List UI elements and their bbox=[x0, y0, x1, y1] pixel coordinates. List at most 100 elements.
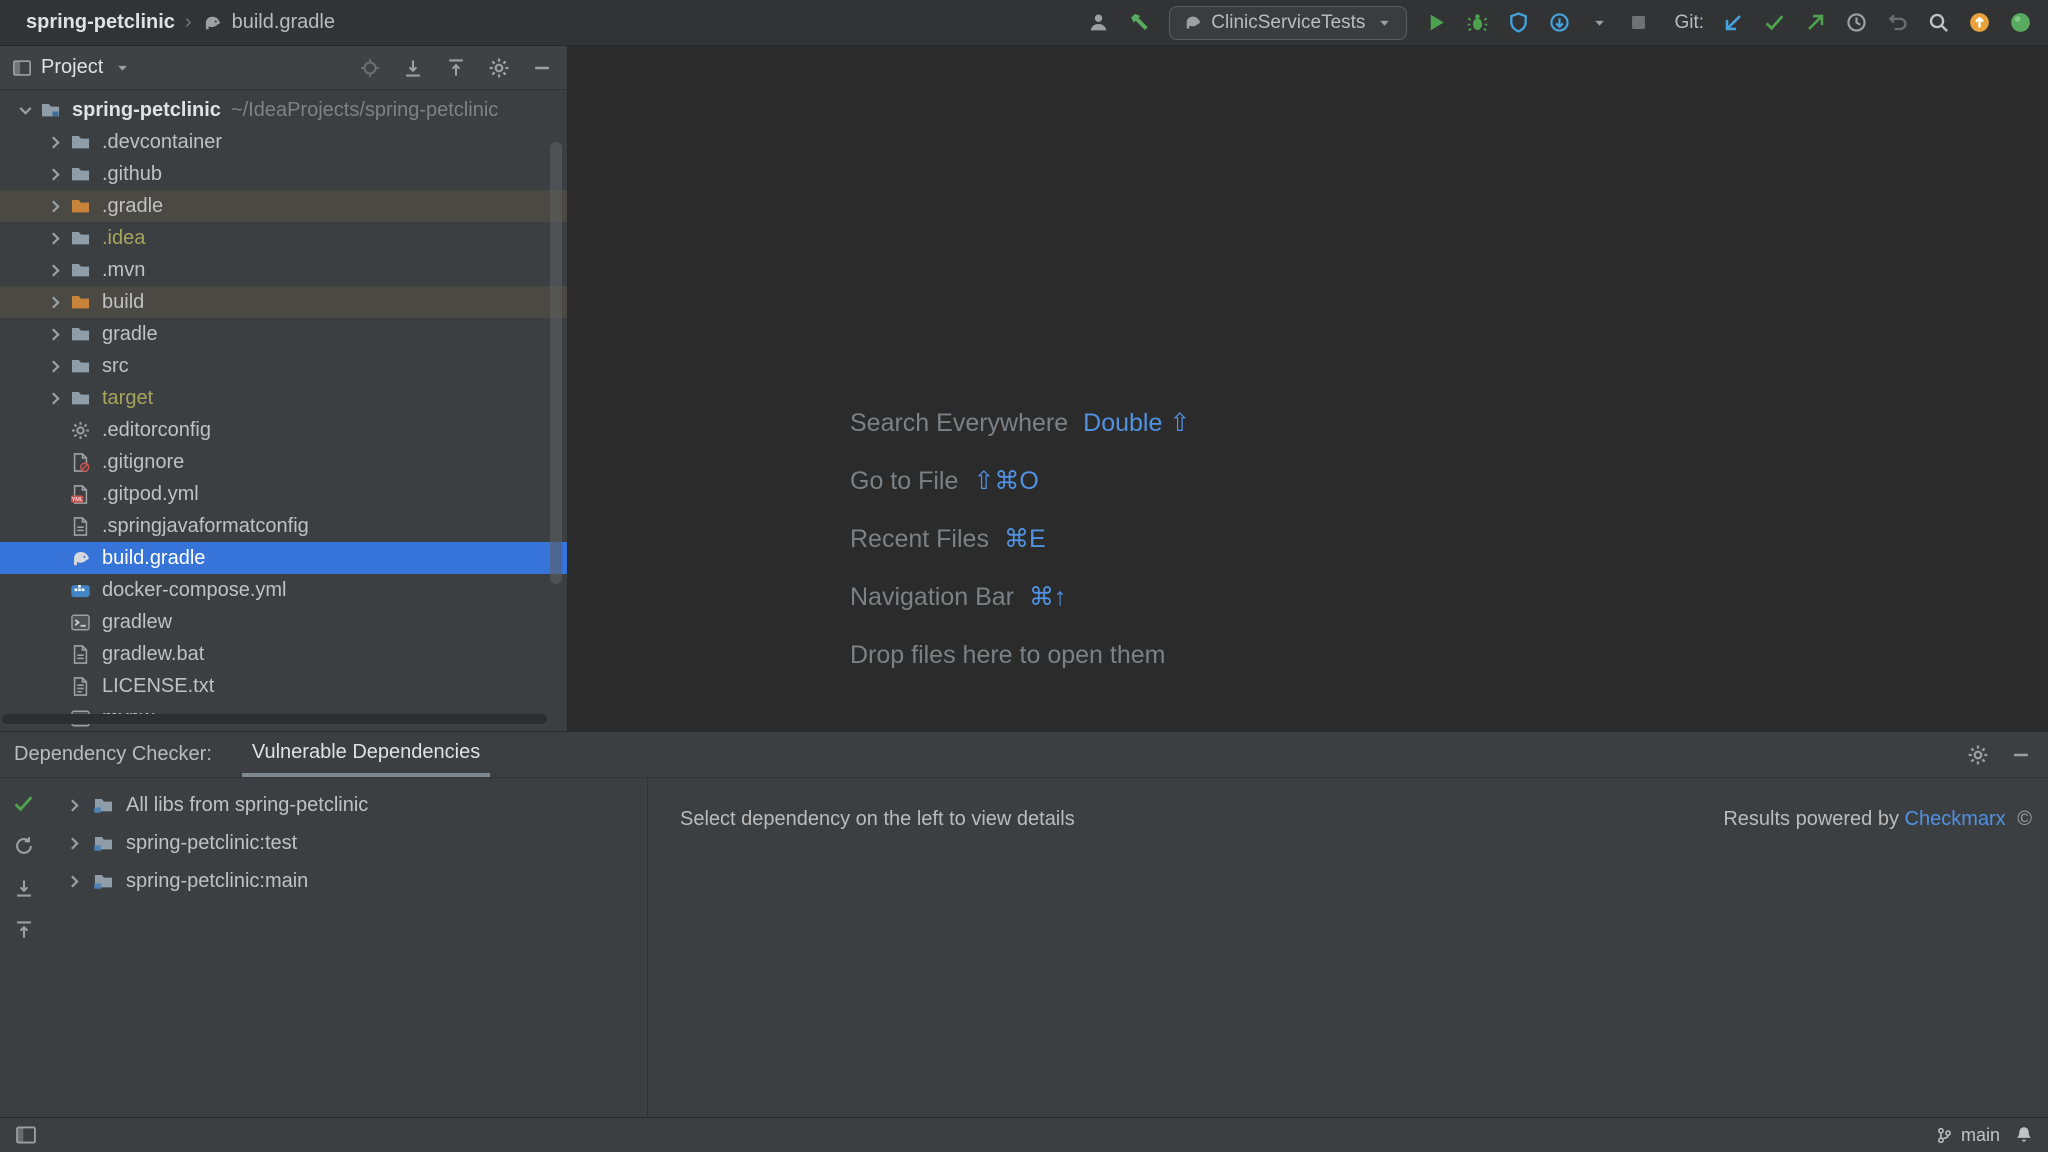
folder-excluded-icon bbox=[68, 291, 93, 313]
file-icon bbox=[68, 643, 93, 665]
run-button[interactable] bbox=[1425, 11, 1448, 34]
gear-icon[interactable] bbox=[487, 56, 510, 79]
refresh-icon[interactable] bbox=[12, 834, 35, 857]
git-commit-button[interactable] bbox=[1763, 11, 1786, 34]
tool-window-icon bbox=[12, 58, 32, 78]
coverage-shield-button[interactable] bbox=[1507, 11, 1530, 34]
tree-item-springjavaformatconfig[interactable]: .springjavaformatconfig bbox=[0, 510, 567, 542]
gradle-file-icon bbox=[68, 547, 93, 569]
bell-icon[interactable] bbox=[2014, 1125, 2034, 1145]
tree-item-src[interactable]: src bbox=[0, 350, 567, 382]
module-icon bbox=[91, 794, 116, 816]
drop-files-hint: Drop files here to open them bbox=[850, 641, 1165, 669]
git-update-button[interactable] bbox=[1722, 11, 1745, 34]
vertical-scrollbar[interactable] bbox=[550, 142, 562, 584]
chevron-right-icon[interactable] bbox=[61, 871, 87, 892]
search-button[interactable] bbox=[1927, 11, 1950, 34]
chevron-right-icon[interactable] bbox=[61, 795, 87, 816]
user-icon[interactable] bbox=[1087, 11, 1110, 34]
tree-item-license[interactable]: LICENSE.txt bbox=[0, 670, 567, 702]
locate-file-button[interactable] bbox=[358, 56, 381, 79]
breadcrumb-separator-icon: › bbox=[185, 11, 192, 34]
chevron-right-icon[interactable] bbox=[42, 356, 68, 377]
text-file-icon bbox=[68, 675, 93, 697]
chevron-right-icon[interactable] bbox=[42, 324, 68, 345]
editor-empty-state: Search EverywhereDouble ⇧ Go to File⇧⌘O … bbox=[850, 394, 1190, 684]
chevron-right-icon[interactable] bbox=[42, 164, 68, 185]
project-tool-window: Project bbox=[0, 46, 568, 731]
tool-window-layout-icon[interactable] bbox=[14, 1124, 37, 1147]
tree-item-editorconfig[interactable]: .editorconfig bbox=[0, 414, 567, 446]
chevron-right-icon[interactable] bbox=[42, 388, 68, 409]
project-root-path: ~/IdeaProjects/spring-petclinic bbox=[231, 99, 498, 122]
shortcut-keys: ⇧⌘O bbox=[973, 467, 1038, 495]
project-tree: spring-petclinic ~/IdeaProjects/spring-p… bbox=[0, 90, 567, 731]
project-panel-title[interactable]: Project bbox=[41, 56, 103, 79]
debug-button[interactable] bbox=[1466, 11, 1489, 34]
collapse-all-button[interactable] bbox=[12, 918, 35, 941]
tree-item-idea[interactable]: .idea bbox=[0, 222, 567, 254]
tree-item-gradle-dir[interactable]: .gradle bbox=[0, 190, 567, 222]
breadcrumb: spring-petclinic › build.gradle bbox=[26, 11, 335, 34]
tree-item-docker-compose[interactable]: docker-compose.yml bbox=[0, 574, 567, 606]
chevron-right-icon[interactable] bbox=[61, 833, 87, 854]
tree-item-build-gradle[interactable]: build.gradle bbox=[0, 542, 567, 574]
build-hammer-icon[interactable] bbox=[1128, 11, 1151, 34]
more-run-options-caret-icon[interactable] bbox=[1589, 13, 1609, 33]
copyright-icon: © bbox=[2017, 808, 2032, 830]
dependency-tree-item-main[interactable]: spring-petclinic:main bbox=[47, 862, 647, 900]
chevron-right-icon[interactable] bbox=[42, 260, 68, 281]
folder-icon bbox=[68, 227, 93, 249]
check-icon[interactable] bbox=[12, 792, 35, 815]
tree-item-devcontainer[interactable]: .devcontainer bbox=[0, 126, 567, 158]
rollback-button[interactable] bbox=[1886, 11, 1909, 34]
tree-item-gradlew-bat[interactable]: gradlew.bat bbox=[0, 638, 567, 670]
tree-item-target[interactable]: target bbox=[0, 382, 567, 414]
ide-status-icon[interactable] bbox=[2009, 11, 2032, 34]
git-push-button[interactable] bbox=[1804, 11, 1827, 34]
hide-panel-button[interactable] bbox=[530, 56, 553, 79]
gear-icon[interactable] bbox=[1966, 743, 1989, 766]
dependency-tree-item-all-libs[interactable]: All libs from spring-petclinic bbox=[47, 786, 647, 824]
dependency-placeholder: Select dependency on the left to view de… bbox=[680, 808, 1075, 831]
git-branch-widget[interactable]: main bbox=[1935, 1125, 2000, 1146]
expand-all-button[interactable] bbox=[401, 56, 424, 79]
run-configuration-select[interactable]: ClinicServiceTests bbox=[1169, 6, 1407, 40]
tree-item-gitignore[interactable]: .gitignore bbox=[0, 446, 567, 478]
chevron-down-icon[interactable] bbox=[12, 100, 38, 121]
update-available-icon[interactable] bbox=[1968, 11, 1991, 34]
chevron-right-icon[interactable] bbox=[42, 292, 68, 313]
chevron-down-icon[interactable] bbox=[112, 58, 132, 78]
tree-item-gradlew[interactable]: gradlew bbox=[0, 606, 567, 638]
tree-item-gitpod-yml[interactable]: YML .gitpod.yml bbox=[0, 478, 567, 510]
tab-vulnerable-dependencies[interactable]: Vulnerable Dependencies bbox=[242, 732, 490, 777]
yml-file-icon: YML bbox=[68, 483, 93, 505]
breadcrumb-file[interactable]: build.gradle bbox=[232, 11, 335, 34]
tree-item-gradle-wrapper-dir[interactable]: gradle bbox=[0, 318, 567, 350]
checkmarx-link[interactable]: Checkmarx bbox=[1905, 808, 2006, 830]
shortcut-keys: ⌘E bbox=[1004, 525, 1046, 553]
tree-item-build-dir[interactable]: build bbox=[0, 286, 567, 318]
tree-item-mvn[interactable]: .mvn bbox=[0, 254, 567, 286]
horizontal-scrollbar[interactable] bbox=[2, 714, 547, 724]
dependency-panel-toolbar bbox=[0, 778, 47, 1117]
main-toolbar: ClinicServiceTests G bbox=[1087, 6, 2032, 40]
dependency-tree-item-test[interactable]: spring-petclinic:test bbox=[47, 824, 647, 862]
chevron-right-icon[interactable] bbox=[42, 228, 68, 249]
tree-item-project-root[interactable]: spring-petclinic ~/IdeaProjects/spring-p… bbox=[0, 94, 567, 126]
chevron-right-icon[interactable] bbox=[42, 132, 68, 153]
profiler-button[interactable] bbox=[1548, 11, 1571, 34]
shortcut-label: Navigation Bar bbox=[850, 583, 1014, 611]
breadcrumb-project[interactable]: spring-petclinic bbox=[26, 11, 175, 34]
expand-all-button[interactable] bbox=[12, 876, 35, 899]
collapse-all-button[interactable] bbox=[444, 56, 467, 79]
folder-icon bbox=[68, 387, 93, 409]
stop-button[interactable] bbox=[1627, 11, 1650, 34]
ide-window: spring-petclinic › build.gradle ClinicSe… bbox=[0, 0, 2048, 1152]
chevron-right-icon[interactable] bbox=[42, 196, 68, 217]
editor-area[interactable]: Search EverywhereDouble ⇧ Go to File⇧⌘O … bbox=[568, 46, 2048, 731]
history-button[interactable] bbox=[1845, 11, 1868, 34]
tree-item-github[interactable]: .github bbox=[0, 158, 567, 190]
dependency-panel-header: Dependency Checker: Vulnerable Dependenc… bbox=[0, 732, 2048, 778]
hide-panel-button[interactable] bbox=[2009, 743, 2032, 766]
